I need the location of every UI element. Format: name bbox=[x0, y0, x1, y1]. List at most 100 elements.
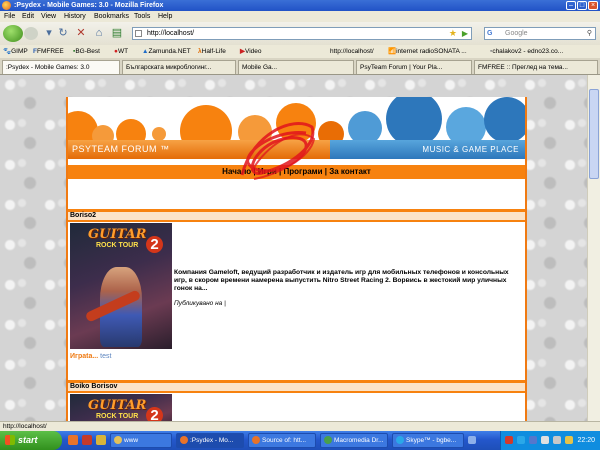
windows-flag-icon bbox=[5, 435, 15, 445]
address-bar[interactable]: http://localhost/ ★ ▶ bbox=[132, 27, 472, 40]
maximize-button[interactable]: □ bbox=[577, 1, 587, 10]
window-title-bar: :Psydex - Mobile Games: 3.0 - Mozilla Fi… bbox=[0, 0, 600, 11]
tab-fmfree[interactable]: FMFREE :: Преглед на тема... bbox=[474, 60, 598, 74]
go-arrow-icon[interactable]: ▶ bbox=[462, 28, 468, 39]
tab-psyteam-forum[interactable]: PsyTeam Forum | Your Pla... bbox=[356, 60, 472, 74]
nav-games-link[interactable]: Игри bbox=[258, 167, 277, 176]
taskbar-item-source[interactable]: Source of: htt... bbox=[248, 433, 316, 448]
page-viewport[interactable]: PSYTEAM FORUM ™ MUSIC & GAME PLACE Начал… bbox=[0, 75, 600, 421]
post-body: Компания Gameloft, ведущий разработчик и… bbox=[174, 269, 509, 292]
site-container: PSYTEAM FORUM ™ MUSIC & GAME PLACE Начал… bbox=[66, 97, 527, 421]
quicklaunch-firefox-icon[interactable] bbox=[68, 435, 78, 445]
site-navigation: Начало | Игри | Програми | За контакт bbox=[68, 165, 525, 179]
taskbar-item-psydex[interactable]: :Psydex - Mo... bbox=[176, 433, 244, 448]
thumbnail-logo-number: 2 bbox=[146, 407, 163, 421]
page-favicon-icon bbox=[135, 30, 142, 37]
nav-programs-link[interactable]: Програми bbox=[283, 167, 322, 176]
bookmark-fmfree[interactable]: F FMFREE bbox=[33, 45, 64, 58]
menu-bar: File Edit View History Bookmarks Tools H… bbox=[0, 11, 600, 22]
menu-history[interactable]: History bbox=[64, 11, 86, 22]
quicklaunch-opera-icon[interactable] bbox=[82, 435, 92, 445]
tray-power-icon[interactable] bbox=[565, 436, 573, 444]
minimize-button[interactable]: – bbox=[566, 1, 576, 10]
window-title: :Psydex - Mobile Games: 3.0 - Mozilla Fi… bbox=[14, 2, 164, 9]
menu-help[interactable]: Help bbox=[158, 11, 172, 22]
post-item: GUITAR ROCK TOUR 2 bbox=[68, 393, 525, 421]
post-category-link[interactable]: Игрata... bbox=[70, 353, 98, 360]
tray-antivirus-icon[interactable] bbox=[505, 436, 513, 444]
site-banner: PSYTEAM FORUM ™ MUSIC & GAME PLACE bbox=[68, 97, 525, 161]
bookmark-zamunda[interactable]: ▲ Zamunda.NET bbox=[142, 45, 191, 58]
dropdown-arrow-icon[interactable]: ▾ bbox=[42, 27, 56, 40]
search-placeholder[interactable]: Google bbox=[505, 28, 528, 39]
post-published: Публикувано на | bbox=[174, 300, 226, 307]
thumbnail-logo-text: GUITAR bbox=[88, 227, 147, 242]
content-spacer bbox=[68, 179, 525, 209]
menu-edit[interactable]: Edit bbox=[22, 11, 34, 22]
vertical-scrollbar[interactable] bbox=[587, 75, 600, 421]
tab-mobile-games[interactable]: Mobile Ga... bbox=[238, 60, 354, 74]
home-icon[interactable]: ⌂ bbox=[92, 27, 106, 40]
navigation-toolbar: ▾ ↻ ✕ ⌂ ▤ http://localhost/ ★ ▶ G Google… bbox=[0, 22, 600, 46]
stop-icon[interactable]: ✕ bbox=[74, 27, 88, 40]
banner-right-title: MUSIC & GAME PLACE bbox=[330, 140, 525, 159]
bookmark-half-life[interactable]: λ Half-Life bbox=[198, 45, 226, 58]
tab-microblogging[interactable]: Българската микроблогинг... bbox=[122, 60, 236, 74]
menu-file[interactable]: File bbox=[4, 11, 15, 22]
bookmark-add-icon[interactable]: ▤ bbox=[110, 27, 124, 40]
thumbnail-logo-text: GUITAR bbox=[88, 398, 147, 413]
close-button[interactable]: × bbox=[588, 1, 598, 10]
nav-home-link[interactable]: Начало bbox=[222, 167, 251, 176]
taskbar-item-macromedia[interactable]: Macromedia Dr... bbox=[320, 433, 388, 448]
system-tray: 22:20 bbox=[500, 431, 600, 450]
address-url[interactable]: http://localhost/ bbox=[147, 28, 194, 39]
menu-tools[interactable]: Tools bbox=[134, 11, 150, 22]
post-meta: Игрata... test bbox=[70, 353, 111, 360]
quicklaunch-folder-icon[interactable] bbox=[96, 435, 106, 445]
banner-bubble bbox=[152, 127, 166, 141]
star-icon[interactable]: ★ bbox=[449, 28, 457, 39]
tray-skype-icon[interactable] bbox=[517, 436, 525, 444]
taskbar-item-skype[interactable]: Skype™ - bgbe... bbox=[392, 433, 464, 448]
bookmark-video[interactable]: ▶ Video bbox=[240, 45, 262, 58]
post-thumbnail[interactable]: GUITAR ROCK TOUR 2 bbox=[70, 394, 172, 421]
tray-bluetooth-icon[interactable] bbox=[529, 436, 537, 444]
banner-bubble bbox=[276, 103, 316, 143]
thumbnail-logo-number: 2 bbox=[146, 236, 163, 253]
bookmark-chalakov2[interactable]: ▪ chalakov2 - edno23.co... bbox=[490, 45, 563, 58]
back-button[interactable] bbox=[3, 25, 23, 42]
magnifier-icon[interactable]: ⚲ bbox=[587, 28, 592, 39]
bookmark-bg-best[interactable]: ▪ BG-Best bbox=[73, 45, 100, 58]
nav-separator: | bbox=[324, 167, 327, 176]
search-engine-icon[interactable]: G bbox=[487, 28, 492, 39]
menu-bookmarks[interactable]: Bookmarks bbox=[94, 11, 129, 22]
post-thumbnail[interactable]: GUITAR ROCK TOUR 2 bbox=[70, 223, 172, 349]
tray-volume-icon[interactable] bbox=[553, 436, 561, 444]
bookmark-gimp[interactable]: 🐾 GIMP bbox=[3, 45, 28, 58]
bookmarks-toolbar: 🐾 GIMP F FMFREE ▪ BG-Best ● WT ▲ Zamunda… bbox=[0, 45, 600, 58]
banner-left-title: PSYTEAM FORUM ™ bbox=[68, 140, 330, 159]
taskbar-item-www[interactable]: www bbox=[110, 433, 172, 448]
reload-icon[interactable]: ↻ bbox=[56, 27, 70, 40]
bookmark-wt[interactable]: ● WT bbox=[114, 45, 128, 58]
banner-bubble bbox=[484, 97, 525, 143]
post-author: Boiko Borisov bbox=[68, 383, 525, 391]
tray-clock[interactable]: 22:20 bbox=[577, 431, 595, 450]
search-box[interactable]: G Google ⚲ bbox=[484, 27, 596, 40]
scrollbar-thumb[interactable] bbox=[589, 89, 599, 179]
start-label: start bbox=[18, 435, 38, 445]
tab-strip: :Psydex - Mobile Games: 3.0 Българската … bbox=[0, 58, 600, 75]
thumbnail-logo-subtitle: ROCK TOUR bbox=[96, 242, 139, 249]
menu-view[interactable]: View bbox=[41, 11, 56, 22]
post-item: GUITAR ROCK TOUR 2 Компания Gameloft, ве… bbox=[68, 222, 525, 364]
tab-psydex[interactable]: :Psydex - Mobile Games: 3.0 bbox=[2, 60, 120, 74]
start-button[interactable]: start bbox=[0, 431, 62, 450]
thumbnail-logo-subtitle: ROCK TOUR bbox=[96, 413, 139, 420]
forward-button[interactable] bbox=[24, 27, 38, 40]
firefox-icon bbox=[2, 1, 11, 10]
taskbar-overflow-icon[interactable] bbox=[468, 436, 476, 444]
post-tag-link[interactable]: test bbox=[100, 353, 111, 360]
nav-contact-link[interactable]: За контакт bbox=[329, 167, 371, 176]
tray-network-icon[interactable] bbox=[541, 436, 549, 444]
bookmark-radio-sonata[interactable]: 📶 internet radioSONATA ... bbox=[388, 45, 467, 58]
